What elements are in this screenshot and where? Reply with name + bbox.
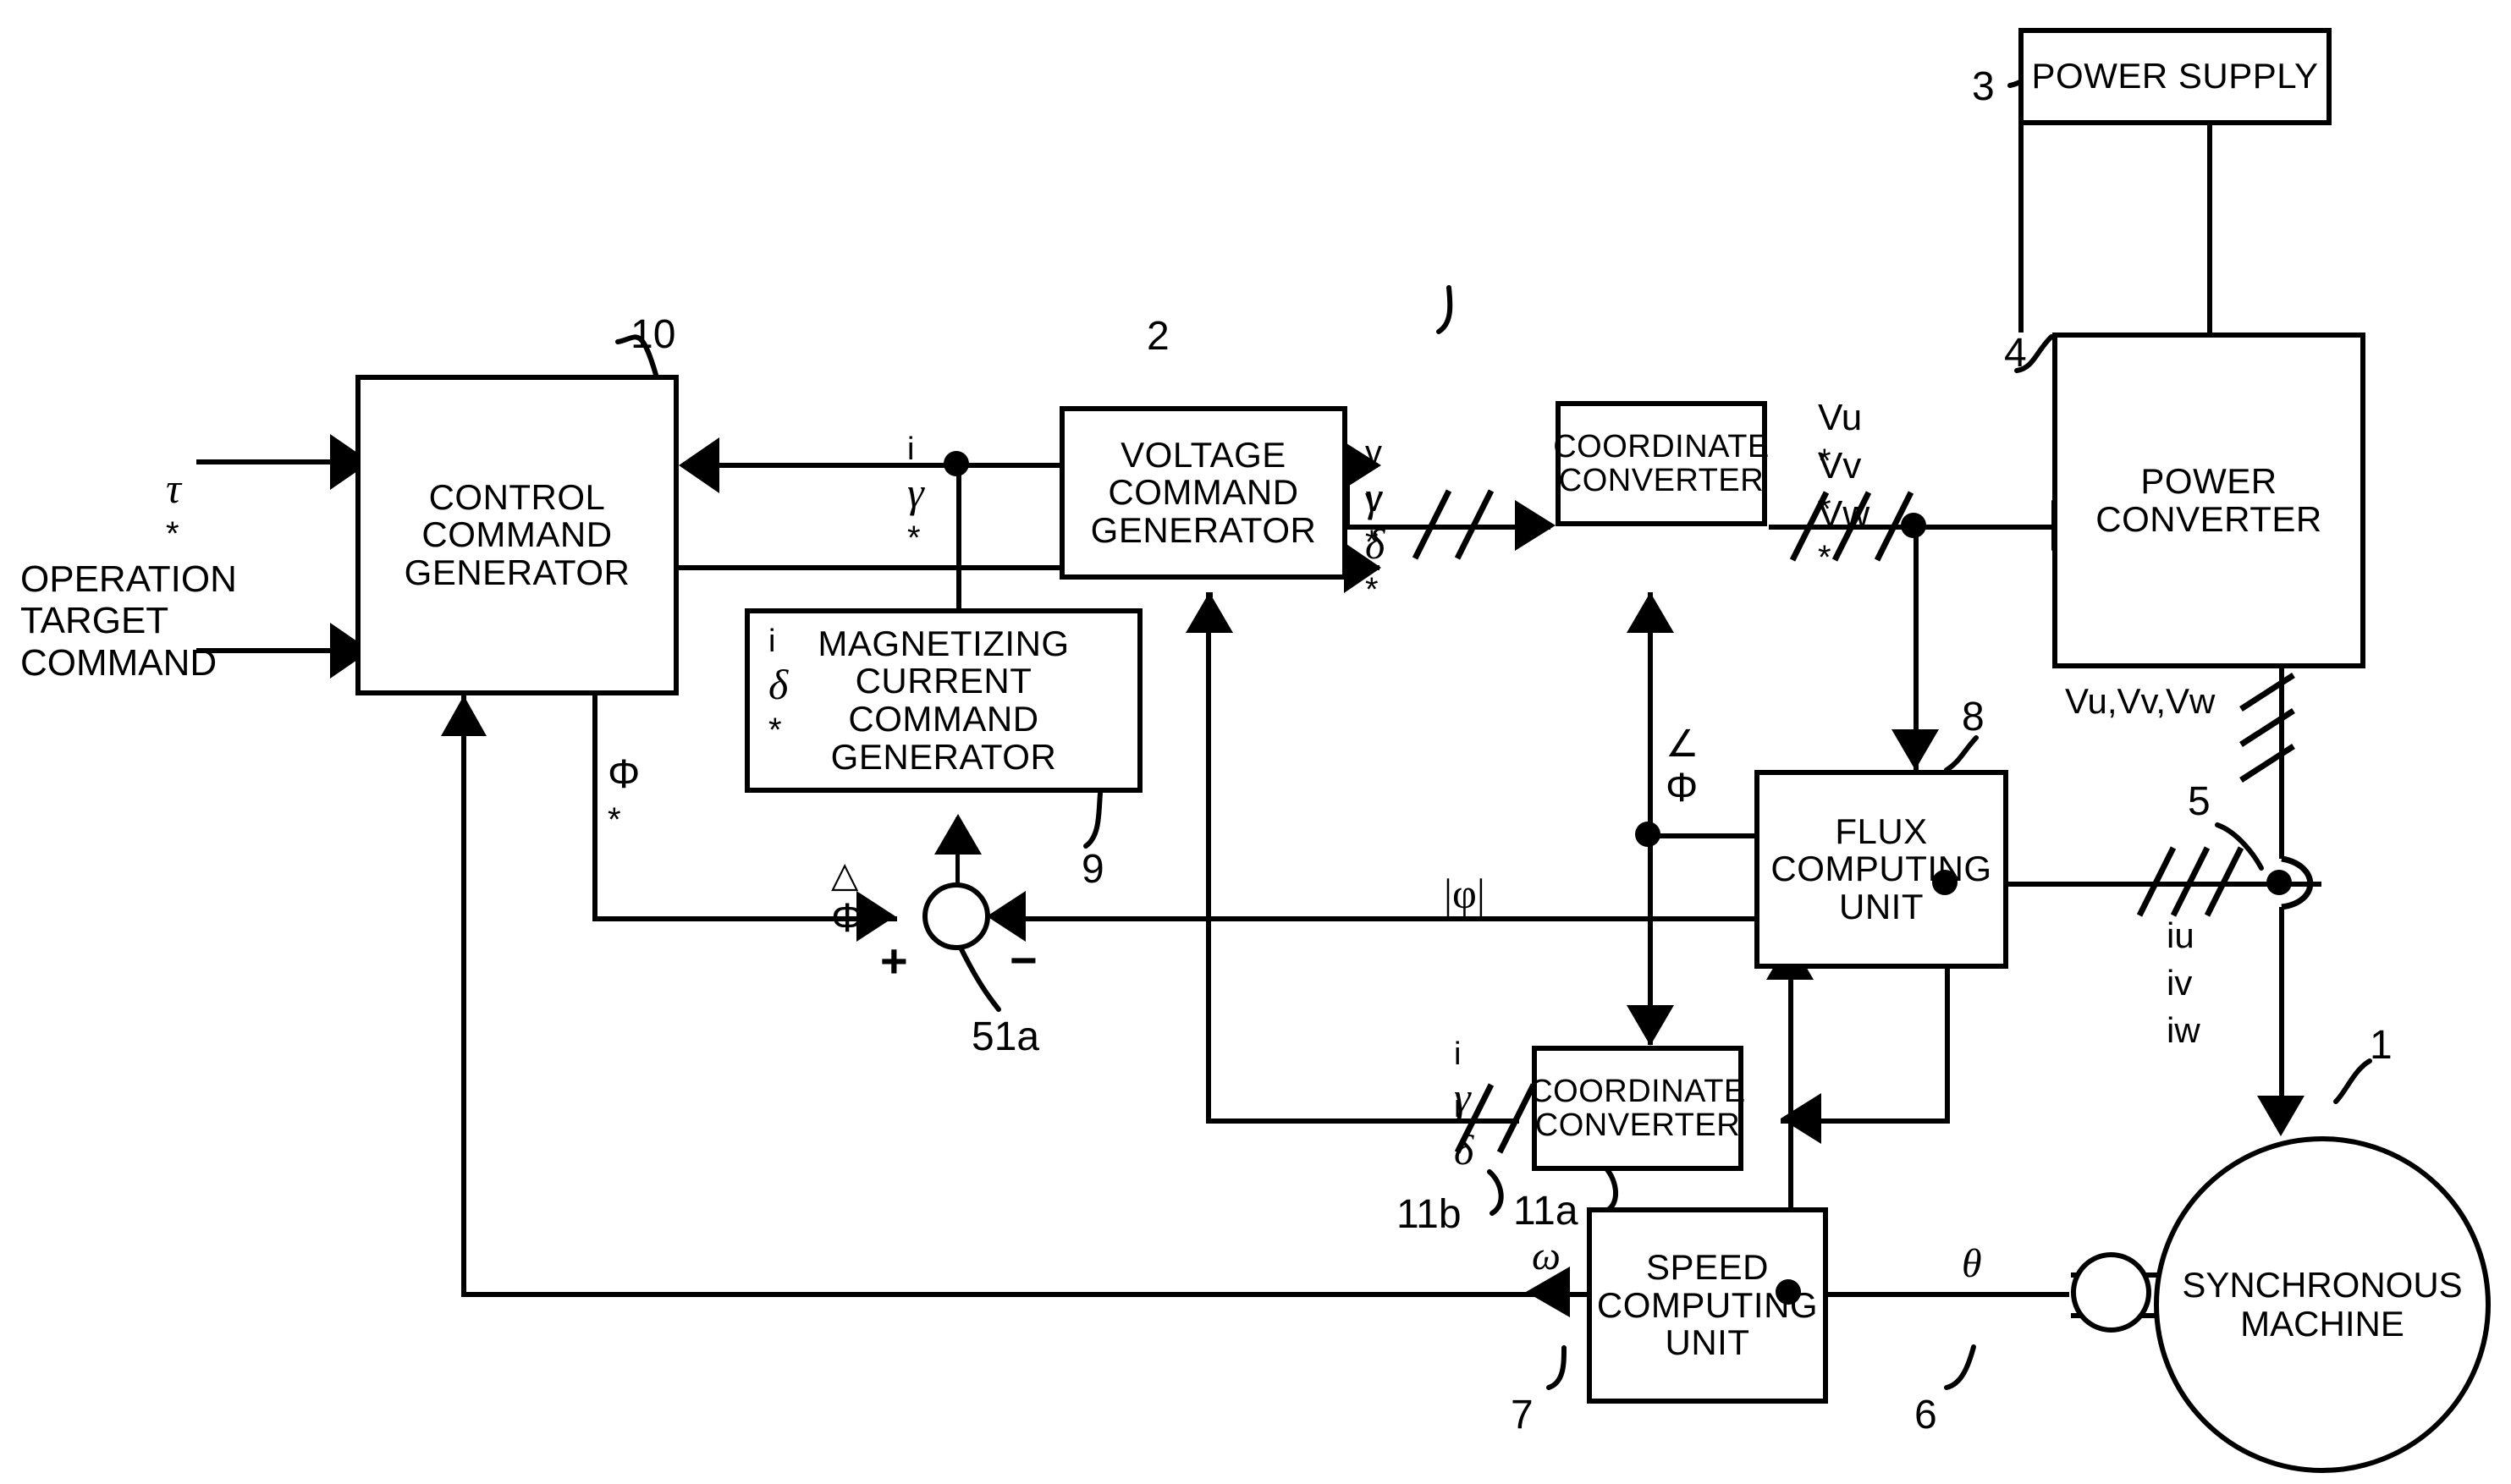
block-position-sensor[interactable] bbox=[2071, 1252, 2151, 1333]
block-coordinate-converter-a[interactable]: COORDINATE CONVERTER bbox=[1553, 401, 1769, 526]
vw-text: Vw bbox=[1818, 493, 1870, 536]
junction-dot-vcmd-bus bbox=[1901, 513, 1926, 538]
ref-coordinate-converter-a-number: 11a bbox=[1513, 1189, 1578, 1234]
i-delta-star-i: i bbox=[768, 624, 776, 660]
phi-star-phi: Φ bbox=[608, 752, 641, 798]
i-delta-i: i bbox=[1454, 1089, 1462, 1125]
junction-dot-current-sensor bbox=[1932, 870, 1958, 895]
label-omega: ω bbox=[1532, 1234, 1561, 1278]
i-delta-star-asterisk: * bbox=[768, 711, 782, 749]
wire-supply-to-converter-left bbox=[2018, 125, 2024, 333]
delta-phi-triangle: △ bbox=[831, 855, 859, 895]
torque-symbol: τ bbox=[166, 464, 181, 513]
label-operation-target-command: OPERATION TARGET COMMAND bbox=[20, 558, 237, 684]
label-iu: iu bbox=[2167, 915, 2194, 955]
ref-magnetizing-current-command-generator: 9 bbox=[1082, 847, 1104, 892]
wire-vcmd-branch-down-to-fcu bbox=[1914, 525, 1919, 770]
wire-omega-feedback bbox=[461, 1292, 1578, 1297]
delta-phi-phi: Φ bbox=[831, 895, 864, 941]
torque-star: * bbox=[166, 515, 179, 553]
label-v-delta-star: v δ * bbox=[1365, 437, 1385, 609]
wire-cc-a-to-power-converter bbox=[1769, 525, 2090, 530]
ref-power-converter: 4 bbox=[2004, 331, 2027, 376]
label-i-delta-star: i δ * bbox=[768, 577, 788, 750]
block-power-supply[interactable]: POWER SUPPLY bbox=[2018, 28, 2332, 125]
i-gamma-star-asterisk: * bbox=[907, 519, 921, 557]
block-voltage-command-generator[interactable]: VOLTAGE COMMAND GENERATOR bbox=[1060, 406, 1347, 580]
label-vw-star: Vw * bbox=[1818, 452, 1869, 577]
block-summing-junction[interactable] bbox=[922, 882, 990, 950]
v-delta-star-asterisk: * bbox=[1365, 570, 1379, 608]
wire-current-fb-stub bbox=[1206, 592, 1213, 597]
label-iw: iw bbox=[2167, 1010, 2200, 1050]
ref-control-command-generator: 10 bbox=[631, 312, 676, 357]
label-delta-phi: △ Φ bbox=[831, 812, 863, 941]
i-delta-delta: δ bbox=[1454, 1125, 1474, 1173]
wire-phi-star-down bbox=[592, 695, 597, 921]
ref-summing-junction: 51a bbox=[972, 1014, 1040, 1059]
wire-flux-angle-down-to-cc-b bbox=[1648, 838, 1653, 1045]
ref-power-supply: 3 bbox=[1972, 64, 1995, 109]
junction-dot-current-sensor-tap bbox=[2266, 870, 2292, 895]
label-theta: θ bbox=[1962, 1241, 1982, 1286]
label-i-delta: i δ bbox=[1454, 1042, 1473, 1173]
phi-star-asterisk: * bbox=[608, 801, 621, 839]
label-flux-angle: ∠ Φ bbox=[1666, 682, 1699, 811]
ref-coordinate-converter-b-number: 11b bbox=[1396, 1192, 1462, 1237]
wire-omega-riser bbox=[461, 695, 466, 1294]
block-speed-computing-unit[interactable]: SPEED COMPUTING UNIT bbox=[1587, 1207, 1828, 1404]
summing-junction-plus: + bbox=[880, 934, 908, 987]
wire-cc-b-input bbox=[1781, 1118, 1950, 1124]
figure-canvas: POWER SUPPLY 3 POWER CONVERTER 4 CONTROL… bbox=[0, 0, 2511, 1484]
label-iv: iv bbox=[2167, 963, 2193, 1003]
block-magnetizing-current-command-generator[interactable]: MAGNETIZING CURRENT COMMAND GENERATOR bbox=[745, 608, 1143, 793]
wire-omega-out bbox=[1523, 1292, 1587, 1297]
ref-current-sensor: 5 bbox=[2188, 779, 2211, 824]
ref-voltage-command-generator: 2 bbox=[1147, 314, 1170, 359]
junction-dot-flux-angle bbox=[1635, 822, 1660, 847]
label-flux-magnitude: |φ| bbox=[1444, 870, 1485, 917]
label-i-gamma-star: i γ * bbox=[907, 385, 924, 558]
i-delta-star-delta: δ bbox=[768, 660, 789, 708]
block-coordinate-converter-b[interactable]: COORDINATE CONVERTER bbox=[1529, 1046, 1745, 1171]
label-phi-star: Φ * bbox=[608, 711, 640, 839]
v-delta-star-v: v bbox=[1365, 481, 1382, 519]
block-flux-computing-unit[interactable]: FLUX COMPUTING UNIT bbox=[1754, 770, 2008, 969]
ref-speed-computing-unit: 7 bbox=[1511, 1393, 1534, 1437]
wire-converter-to-machine-upper bbox=[2279, 668, 2284, 859]
summing-junction-minus: − bbox=[1010, 933, 1038, 987]
wire-torque-command bbox=[196, 459, 330, 464]
junction-dot-i-gamma-star bbox=[944, 451, 969, 476]
wire-supply-to-converter-right bbox=[2207, 125, 2212, 333]
wire-converter-to-machine-lower bbox=[2279, 907, 2284, 1118]
vw-star-asterisk: * bbox=[1818, 538, 1831, 576]
block-power-converter[interactable]: POWER CONVERTER bbox=[2052, 333, 2365, 668]
block-control-command-generator[interactable]: CONTROL COMMAND GENERATOR bbox=[355, 375, 679, 695]
ref-flux-computing-unit: 8 bbox=[1962, 695, 1985, 739]
wire-flux-angle-to-cc-a bbox=[1648, 592, 1653, 838]
flux-angle-phi: Φ bbox=[1666, 765, 1699, 811]
synchronous-machine-label: SYNCHRONOUS MACHINE bbox=[2182, 1264, 2463, 1344]
label-torque-command: τ * bbox=[166, 423, 181, 554]
flux-angle-sign: ∠ bbox=[1666, 723, 1699, 766]
i-gamma-star-i: i bbox=[907, 431, 915, 468]
block-synchronous-machine[interactable]: SYNCHRONOUS MACHINE bbox=[2154, 1136, 2491, 1473]
i-gamma-star-gamma: γ bbox=[907, 468, 924, 516]
ref-synchronous-machine: 1 bbox=[2370, 1023, 2393, 1068]
v-delta-star-delta: δ bbox=[1365, 519, 1385, 568]
ref-position-sensor: 6 bbox=[1914, 1393, 1937, 1437]
label-phase-voltages: Vu,Vv,Vw bbox=[2065, 681, 2216, 721]
junction-dot-theta bbox=[1776, 1279, 1801, 1305]
wire-current-fb-riser bbox=[1206, 592, 1211, 1121]
wire-i-gamma-star-branch-down bbox=[956, 463, 961, 608]
